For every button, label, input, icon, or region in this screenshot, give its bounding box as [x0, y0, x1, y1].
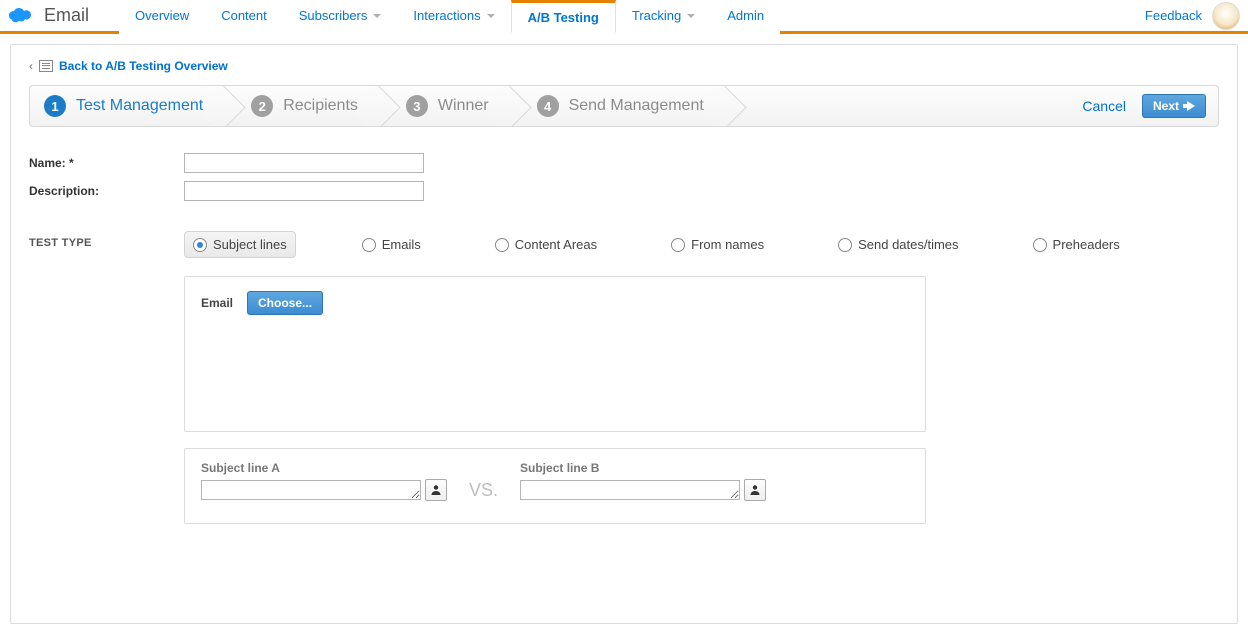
person-icon: [430, 484, 442, 496]
chevron-down-icon: [487, 14, 495, 18]
config-column: Email Choose... Subject line A VS. Subje…: [184, 276, 926, 524]
personalize-b-button[interactable]: [744, 479, 766, 501]
radio-emails[interactable]: Emails: [354, 232, 429, 257]
chevron-left-icon: ‹: [29, 59, 33, 73]
vs-label: VS.: [469, 480, 498, 501]
nav-label: Content: [221, 8, 267, 23]
description-row: Description:: [29, 181, 1219, 201]
radio-label: From names: [691, 237, 764, 252]
description-label: Description:: [29, 184, 184, 198]
radio-label: Content Areas: [515, 237, 597, 252]
backlink-label: Back to A/B Testing Overview: [59, 59, 228, 73]
subject-b-input[interactable]: [520, 480, 740, 500]
main-nav: Overview Content Subscribers Interaction…: [119, 0, 780, 31]
radio-label: Emails: [382, 237, 421, 252]
step-label: Winner: [438, 97, 489, 115]
test-type-section: TEST TYPE Subject lines Emails Content A…: [29, 231, 1219, 258]
person-icon: [749, 484, 761, 496]
nav-subscribers[interactable]: Subscribers: [283, 0, 398, 34]
radio-label: Subject lines: [213, 237, 287, 252]
step-label: Test Management: [76, 97, 203, 115]
choose-email-button[interactable]: Choose...: [247, 291, 323, 315]
nav-interactions[interactable]: Interactions: [397, 0, 510, 34]
name-row: Name: *: [29, 153, 1219, 173]
wizard-actions: Cancel Next: [1082, 94, 1218, 118]
radio-icon: [362, 238, 376, 252]
nav-tracking[interactable]: Tracking: [616, 0, 711, 34]
nav-content[interactable]: Content: [205, 0, 283, 34]
radio-icon: [671, 238, 685, 252]
step-winner[interactable]: 3 Winner: [380, 86, 511, 126]
feedback-link[interactable]: Feedback: [1145, 8, 1202, 23]
main-panel: ‹ Back to A/B Testing Overview 1 Test Ma…: [10, 44, 1238, 624]
radio-preheaders[interactable]: Preheaders: [1025, 232, 1128, 257]
email-label: Email: [201, 296, 233, 310]
radio-icon: [838, 238, 852, 252]
next-button[interactable]: Next: [1142, 94, 1206, 118]
nav-label: Subscribers: [299, 8, 368, 23]
name-label: Name: *: [29, 156, 184, 170]
radio-label: Send dates/times: [858, 237, 958, 252]
step-number: 1: [44, 95, 66, 117]
subject-a-label: Subject line A: [201, 461, 447, 475]
chevron-down-icon: [687, 14, 695, 18]
next-button-label: Next: [1153, 99, 1179, 113]
chevron-down-icon: [373, 14, 381, 18]
nav-admin[interactable]: Admin: [711, 0, 780, 34]
subject-a-input[interactable]: [201, 480, 421, 500]
test-type-label: TEST TYPE: [29, 231, 184, 249]
subject-a-group: Subject line A: [201, 461, 447, 501]
radio-from-names[interactable]: From names: [663, 232, 772, 257]
step-label: Send Management: [569, 97, 704, 115]
description-input[interactable]: [184, 181, 424, 201]
subject-b-label: Subject line B: [520, 461, 766, 475]
back-to-overview-link[interactable]: ‹ Back to A/B Testing Overview: [29, 59, 1219, 73]
topbar-right: Feedback: [1145, 2, 1240, 30]
nav-label: Interactions: [413, 8, 480, 23]
step-label: Recipients: [283, 97, 358, 115]
step-recipients[interactable]: 2 Recipients: [225, 86, 380, 126]
step-send-management[interactable]: 4 Send Management: [511, 86, 726, 126]
nav-label: Overview: [135, 8, 189, 23]
wizard-steps: 1 Test Management 2 Recipients 3 Winner …: [29, 85, 1219, 127]
nav-ab-testing[interactable]: A/B Testing: [511, 0, 616, 34]
radio-icon: [193, 238, 207, 252]
radio-subject-lines[interactable]: Subject lines: [184, 231, 296, 258]
test-type-radios: Subject lines Emails Content Areas From …: [184, 231, 1128, 258]
list-icon: [39, 60, 53, 72]
radio-icon: [495, 238, 509, 252]
step-number: 4: [537, 95, 559, 117]
step-test-management[interactable]: 1 Test Management: [30, 86, 225, 126]
radio-content-areas[interactable]: Content Areas: [487, 232, 605, 257]
subject-lines-box: Subject line A VS. Subject line B: [184, 448, 926, 524]
nav-label: Tracking: [632, 8, 681, 23]
step-number: 3: [406, 95, 428, 117]
email-select-box: Email Choose...: [184, 276, 926, 432]
name-input[interactable]: [184, 153, 424, 173]
nav-overview[interactable]: Overview: [119, 0, 205, 34]
radio-label: Preheaders: [1053, 237, 1120, 252]
nav-label: A/B Testing: [528, 10, 599, 25]
subject-b-group: Subject line B: [520, 461, 766, 501]
radio-send-dates[interactable]: Send dates/times: [830, 232, 966, 257]
salesforce-cloud-icon: [6, 6, 36, 26]
app-title: Email: [44, 5, 89, 26]
top-nav: Email Overview Content Subscribers Inter…: [0, 0, 1248, 34]
avatar[interactable]: [1212, 2, 1240, 30]
step-number: 2: [251, 95, 273, 117]
cancel-link[interactable]: Cancel: [1082, 98, 1126, 114]
personalize-a-button[interactable]: [425, 479, 447, 501]
nav-label: Admin: [727, 8, 764, 23]
arrow-right-icon: [1187, 101, 1195, 111]
radio-icon: [1033, 238, 1047, 252]
